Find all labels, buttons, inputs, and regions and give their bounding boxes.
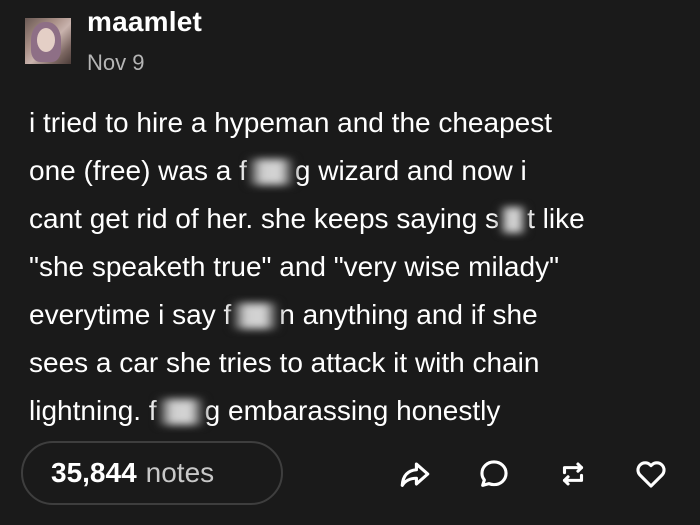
reblog-button[interactable] <box>553 454 593 494</box>
notes-button[interactable]: 35,844 notes <box>21 441 283 505</box>
post-line: sees a car she tries to attack it with c… <box>29 347 540 378</box>
reblog-icon <box>562 462 584 486</box>
post-line: one (free) was a fg wizard and now i <box>29 155 527 186</box>
like-icon <box>636 461 666 488</box>
censor-blur <box>499 207 528 233</box>
notes-count: 35,844 <box>51 457 137 488</box>
post-line: everytime i say fn anything and if she <box>29 299 538 330</box>
censor-blur <box>156 399 205 425</box>
avatar[interactable] <box>25 18 71 64</box>
avatar-face <box>37 28 55 52</box>
censor-blur <box>246 159 295 185</box>
reply-icon <box>480 460 508 487</box>
post-body: i tried to hire a hypeman and the cheape… <box>29 99 689 435</box>
post-line: lightning. fg embarassing honestly <box>29 395 501 426</box>
username[interactable]: maamlet <box>87 6 202 38</box>
censor-blur <box>231 303 280 329</box>
share-icon <box>400 462 430 487</box>
post-line: "she speaketh true" and "very wise milad… <box>29 251 560 282</box>
post-line: i tried to hire a hypeman and the cheape… <box>29 107 553 138</box>
reply-button[interactable] <box>474 454 514 494</box>
share-button[interactable] <box>395 454 435 494</box>
like-button[interactable] <box>631 454 671 494</box>
notes-label: notes <box>145 457 215 488</box>
post-line: cant get rid of her. she keeps saying st… <box>29 203 585 234</box>
post-date: Nov 9 <box>87 50 145 75</box>
